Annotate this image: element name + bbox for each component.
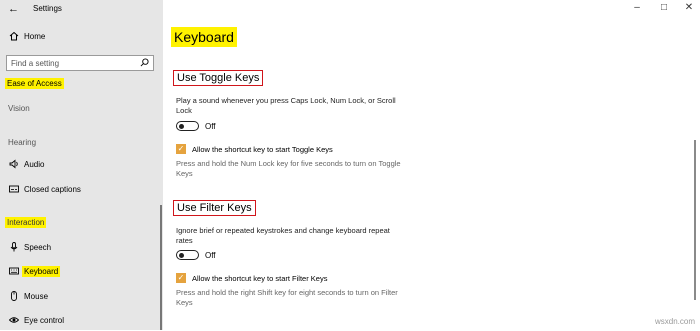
search-placeholder: Find a setting: [11, 59, 60, 68]
back-arrow-icon[interactable]: ←: [8, 3, 19, 15]
filter-keys-description-1: Ignore brief or repeated keystrokes and …: [176, 226, 390, 235]
sidebar-scrollbar[interactable]: [160, 205, 162, 330]
filter-keys-shortcut-description-2: Keys: [176, 298, 193, 307]
filter-keys-heading: Use Filter Keys: [173, 200, 256, 216]
group-interaction-label: Interaction: [5, 217, 47, 228]
sidebar-item-label: Audio: [24, 160, 45, 169]
sidebar-item-label: Closed captions: [24, 185, 81, 194]
window-title: Settings: [33, 4, 62, 13]
sidebar-item-eye-control[interactable]: Eye control: [0, 311, 163, 331]
group-hearing: Hearing: [8, 138, 37, 147]
eye-icon: [9, 317, 19, 323]
toggle-knob: [179, 252, 184, 258]
group-vision: Vision: [8, 104, 30, 113]
toggle-keys-description-1: Play a sound whenever you press Caps Loc…: [176, 96, 396, 105]
toggle-keys-state: Off: [205, 122, 216, 131]
close-button[interactable]: ✕: [679, 2, 699, 13]
watermark: wsxdn.com: [654, 317, 695, 326]
category-header: Ease of Access: [5, 78, 64, 89]
toggle-keys-switch[interactable]: [176, 121, 199, 131]
microphone-icon: [10, 242, 18, 252]
category-label: Ease of Access: [5, 78, 64, 89]
filter-keys-switch[interactable]: [176, 250, 199, 260]
sidebar-item-label: Keyboard: [22, 266, 61, 277]
speaker-icon: [9, 159, 18, 169]
filter-keys-shortcut-checkbox[interactable]: ✓: [176, 273, 186, 283]
sidebar-item-audio[interactable]: Audio: [0, 155, 163, 175]
main-scrollbar[interactable]: [694, 140, 696, 300]
toggle-keys-shortcut-description-2: Keys: [176, 169, 193, 178]
sidebar-item-speech[interactable]: Speech: [0, 238, 163, 258]
toggle-keys-shortcut-checkbox[interactable]: ✓: [176, 144, 186, 154]
sidebar-item-label: Eye control: [24, 316, 65, 325]
toggle-keys-description-2: Lock: [176, 106, 192, 115]
sidebar-item-label: Home: [24, 32, 46, 41]
filter-keys-shortcut-label: Allow the shortcut key to start Filter K…: [192, 274, 328, 283]
toggle-keys-shortcut-description-1: Press and hold the Num Lock key for five…: [176, 159, 401, 168]
sidebar-item-keyboard[interactable]: Keyboard: [0, 262, 163, 282]
minimize-button[interactable]: –: [627, 2, 647, 13]
home-icon: [9, 31, 19, 41]
search-input[interactable]: Find a setting: [6, 55, 154, 71]
mouse-icon: [11, 291, 17, 301]
sidebar: ← Settings Home Find a setting Ease of A…: [0, 0, 163, 330]
keyboard-icon: [9, 267, 19, 275]
closed-captions-icon: [9, 185, 19, 193]
title-bar: ← Settings: [0, 0, 163, 18]
maximize-button[interactable]: □: [654, 2, 674, 13]
toggle-keys-shortcut-label: Allow the shortcut key to start Toggle K…: [192, 145, 333, 154]
search-icon: [140, 58, 149, 67]
page-title: Keyboard: [171, 27, 237, 47]
toggle-knob: [179, 123, 184, 129]
sidebar-item-label: Mouse: [24, 292, 49, 301]
filter-keys-state: Off: [205, 251, 216, 260]
toggle-keys-heading: Use Toggle Keys: [173, 70, 264, 86]
sidebar-item-home[interactable]: Home: [0, 27, 163, 47]
sidebar-item-closed-captions[interactable]: Closed captions: [0, 180, 163, 200]
sidebar-item-mouse[interactable]: Mouse: [0, 287, 163, 307]
filter-keys-shortcut-description-1: Press and hold the right Shift key for e…: [176, 288, 398, 297]
sidebar-item-label: Speech: [24, 243, 52, 252]
filter-keys-description-2: rates: [176, 236, 193, 245]
group-interaction: Interaction: [5, 217, 47, 228]
